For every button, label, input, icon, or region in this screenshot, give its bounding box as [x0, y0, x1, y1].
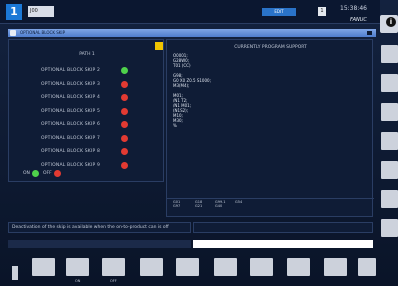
softkey-3[interactable]: [102, 258, 125, 276]
skip-row[interactable]: OPTIONAL BLOCK SKIP 2: [21, 65, 156, 78]
side-button-1[interactable]: [381, 45, 398, 63]
program-number: J00: [28, 6, 54, 17]
side-button-4[interactable]: [381, 132, 398, 150]
skip-row-label: OPTIONAL BLOCK SKIP 6: [41, 122, 101, 127]
softkey-on-label: ON: [75, 279, 81, 283]
panel-title: PATH 1: [79, 52, 95, 57]
softkey-1[interactable]: [32, 258, 55, 276]
program-panel: CURRENTLY PROGRAM SUPPORT O0001; G28W0; T0…: [166, 39, 374, 217]
skip-row-label: OPTIONAL BLOCK SKIP 8: [41, 149, 101, 154]
on-off-legend: ON OFF: [23, 169, 83, 179]
status-off-icon: [121, 121, 128, 128]
status-off-icon: [121, 134, 128, 142]
softkey-4[interactable]: [140, 258, 163, 276]
modal-code-cell: G01 G97: [173, 200, 181, 208]
side-button-2[interactable]: [381, 74, 398, 92]
softkey-5[interactable]: [176, 258, 199, 276]
status-strip: [8, 240, 191, 248]
program-line: M3(M4);: [173, 83, 190, 88]
softkey-7[interactable]: [250, 258, 273, 276]
skip-row-label: OPTIONAL BLOCK SKIP 3: [41, 81, 101, 87]
channel-indicator: 1: [318, 7, 326, 16]
off-legend-label: OFF: [43, 171, 52, 176]
side-button-3[interactable]: [381, 103, 398, 121]
program-panel-title: CURRENTLY PROGRAM SUPPORT: [234, 45, 307, 50]
side-button-6[interactable]: [381, 190, 398, 208]
skip-row[interactable]: OPTIONAL BLOCK SKIP 3: [21, 79, 156, 92]
softkey-next[interactable]: [358, 258, 376, 276]
program-line: %: [173, 123, 177, 128]
brand-logo: FANUC: [350, 17, 367, 23]
softkey-8[interactable]: [287, 258, 310, 276]
input-buffer[interactable]: [193, 240, 373, 248]
side-button-7[interactable]: [381, 219, 398, 237]
skip-row-label: OPTIONAL BLOCK SKIP 9: [41, 162, 101, 168]
info-icon: i: [386, 17, 396, 27]
clock: 15:38:46: [340, 5, 367, 12]
status-off-icon: [121, 80, 128, 88]
on-legend-label: ON: [23, 171, 30, 176]
off-legend-icon: [54, 170, 61, 177]
side-button-5[interactable]: [381, 161, 398, 179]
on-legend-icon: [32, 170, 39, 177]
skip-row-label: OPTIONAL BLOCK SKIP 4: [41, 95, 101, 100]
skip-row[interactable]: OPTIONAL BLOCK SKIP 8: [21, 146, 156, 159]
skip-panel: PATH 1 OPTIONAL BLOCK SKIP 2 OPTIONAL BLO…: [8, 39, 164, 182]
skip-row-label: OPTIONAL BLOCK SKIP 5: [41, 108, 101, 114]
cnc-screen: 1 J00 EDIT 1 15:38:46 FANUC i OPTIONAL B…: [0, 0, 398, 286]
skip-row[interactable]: OPTIONAL BLOCK SKIP 6: [21, 119, 156, 132]
status-off-icon: [121, 94, 128, 101]
skip-row[interactable]: OPTIONAL BLOCK SKIP 5: [21, 106, 156, 119]
mode-indicator: EDIT: [262, 8, 296, 16]
divider: [167, 198, 374, 199]
skip-row[interactable]: OPTIONAL BLOCK SKIP 4: [21, 92, 156, 105]
softkey-6[interactable]: [214, 258, 237, 276]
window-title-bar: OPTIONAL BLOCK SKIP: [8, 29, 376, 37]
status-bar: 1 J00 EDIT 1 15:38:46 FANUC: [0, 0, 380, 24]
message-text: Deactivation of the skip is available wh…: [12, 225, 169, 230]
status-off-icon: [121, 148, 128, 155]
key-input-field[interactable]: [193, 222, 373, 233]
window-icon: [10, 30, 16, 36]
softkey-off-label: OFF: [110, 279, 117, 283]
softkey-2[interactable]: [66, 258, 89, 276]
path-number[interactable]: 1: [6, 4, 22, 20]
status-off-icon: [121, 107, 128, 115]
window-title: OPTIONAL BLOCK SKIP: [20, 30, 65, 35]
status-off-icon: [121, 161, 128, 169]
edit-icon[interactable]: [155, 42, 163, 50]
status-on-icon: [121, 67, 128, 74]
softkey-9[interactable]: [324, 258, 347, 276]
modal-code-cell: G18 G21: [195, 200, 203, 208]
skip-row-label: OPTIONAL BLOCK SKIP 7: [41, 135, 101, 141]
softkey-return[interactable]: [12, 266, 18, 280]
program-line: T01 (CC): [173, 63, 191, 68]
skip-row-label: OPTIONAL BLOCK SKIP 2: [41, 68, 101, 73]
close-icon[interactable]: [367, 31, 372, 35]
skip-row[interactable]: OPTIONAL BLOCK SKIP 7: [21, 133, 156, 146]
modal-code-cell: G54: [235, 200, 243, 204]
modal-code-cell: G99.1 G40: [215, 200, 226, 208]
message-line: Deactivation of the skip is available wh…: [8, 222, 191, 233]
